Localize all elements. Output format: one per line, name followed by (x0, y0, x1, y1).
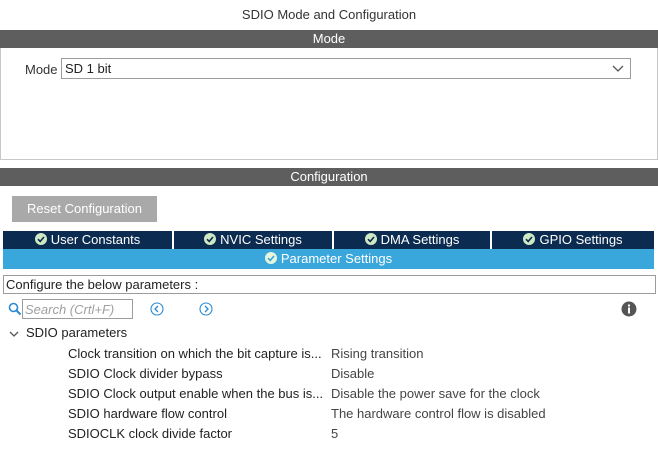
check-circle-icon (204, 233, 217, 245)
mode-section-header: Mode (0, 30, 658, 48)
tab-label: User Constants (50, 232, 141, 247)
check-circle-icon (523, 233, 536, 245)
tab-label: Parameter Settings (280, 251, 393, 266)
search-input[interactable] (22, 299, 133, 319)
mode-select[interactable]: SD 1 bit (61, 58, 631, 79)
previous-icon[interactable] (150, 302, 164, 316)
tab-nvic-settings[interactable]: NVIC Settings (174, 231, 332, 249)
configuration-section-header: Configuration (0, 168, 658, 186)
param-name[interactable]: SDIO Clock divider bypass (68, 366, 223, 381)
param-value[interactable]: Rising transition (331, 346, 424, 361)
tab-parameter-settings[interactable]: Parameter Settings (3, 249, 654, 269)
param-name[interactable]: SDIO hardware flow control (68, 406, 227, 421)
tab-label: DMA Settings (380, 232, 460, 247)
tab-label: GPIO Settings (539, 232, 623, 247)
param-name[interactable]: Clock transition on which the bit captur… (68, 346, 322, 361)
configure-instructions: Configure the below parameters : (3, 275, 656, 294)
tab-label: NVIC Settings (220, 232, 302, 247)
mode-select-value: SD 1 bit (65, 61, 112, 76)
check-circle-icon (264, 252, 277, 264)
collapse-chevron-icon[interactable] (8, 328, 20, 340)
param-value[interactable]: 5 (331, 426, 338, 441)
param-value[interactable]: Disable the power save for the clock (331, 386, 540, 401)
param-value[interactable]: Disable (331, 366, 374, 381)
param-name[interactable]: SDIO Clock output enable when the bus is… (68, 386, 323, 401)
chevron-down-icon (612, 65, 624, 72)
search-icon (8, 302, 22, 316)
next-icon[interactable] (199, 302, 213, 316)
check-circle-icon (34, 233, 47, 245)
window-title: SDIO Mode and Configuration (241, 7, 417, 22)
param-value[interactable]: The hardware control flow is disabled (331, 406, 546, 421)
tab-user-constants[interactable]: User Constants (3, 231, 172, 249)
tab-dma-settings[interactable]: DMA Settings (334, 231, 490, 249)
info-icon[interactable] (621, 301, 637, 317)
mode-label: Mode (25, 62, 58, 77)
tab-gpio-settings[interactable]: GPIO Settings (492, 231, 654, 249)
param-name[interactable]: SDIOCLK clock divide factor (68, 426, 232, 441)
group-title: SDIO parameters (26, 325, 128, 340)
check-circle-icon (364, 233, 377, 245)
reset-configuration-button[interactable]: Reset Configuration (12, 196, 157, 222)
